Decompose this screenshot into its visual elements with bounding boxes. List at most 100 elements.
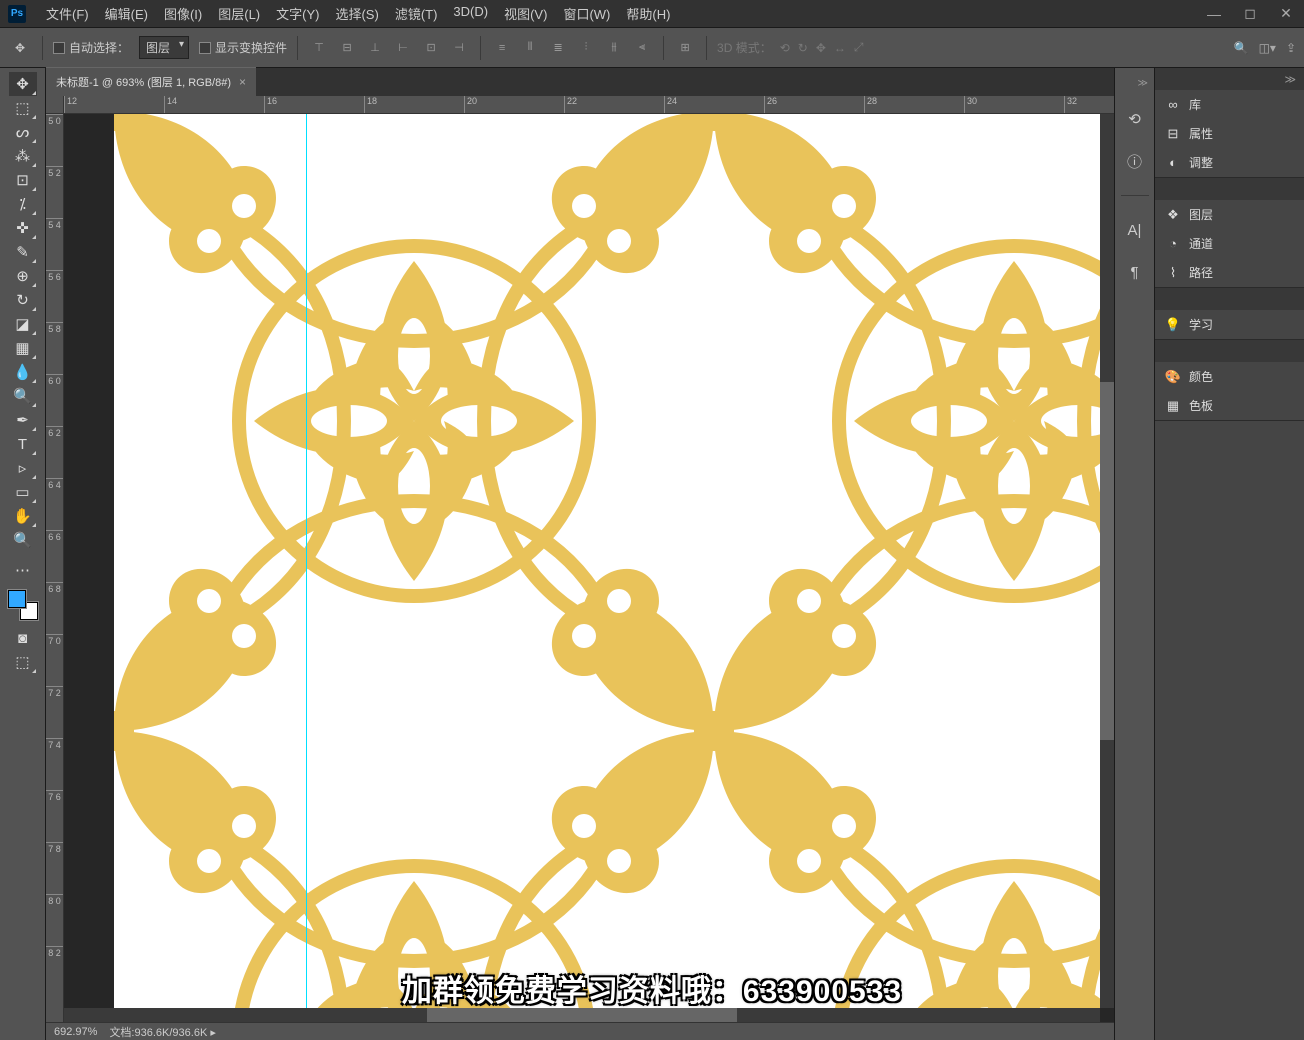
history-brush-tool[interactable]: ↻ xyxy=(9,288,37,312)
slide-3d-icon[interactable]: ↔ xyxy=(834,41,846,55)
path-tool[interactable]: ▹ xyxy=(9,456,37,480)
eyedropper-tool[interactable]: ⁒ xyxy=(9,192,37,216)
document-area: 未标题-1 @ 693% (图层 1, RGB/8#) × 1214161820… xyxy=(46,68,1114,1040)
crop-tool[interactable]: ⊡ xyxy=(9,168,37,192)
roll-3d-icon[interactable]: ↻ xyxy=(798,41,808,55)
menu-item[interactable]: 视图(V) xyxy=(496,0,555,27)
character-panel-icon[interactable]: A| xyxy=(1123,218,1147,242)
menu-item[interactable]: 选择(S) xyxy=(327,0,386,27)
minimize-button[interactable]: — xyxy=(1204,4,1224,24)
auto-select-checkbox[interactable]: 自动选择： xyxy=(53,39,129,56)
doc-info[interactable]: 文档:936.6K/936.6K ▸ xyxy=(109,1024,215,1040)
shape-tool[interactable]: ▭ xyxy=(9,480,37,504)
scale-3d-icon[interactable]: ⤢ xyxy=(854,40,864,55)
adjustments-icon: ◐ xyxy=(1165,155,1181,171)
paragraph-panel-icon[interactable]: ¶ xyxy=(1123,260,1147,284)
adjustments-panel-tab[interactable]: ◐调整 xyxy=(1155,148,1304,177)
menu-item[interactable]: 图像(I) xyxy=(156,0,210,27)
magic-wand-tool[interactable]: ⁂ xyxy=(9,144,37,168)
clone-stamp-tool[interactable]: ⊕ xyxy=(9,264,37,288)
gradient-tool[interactable]: ▦ xyxy=(9,336,37,360)
close-tab-icon[interactable]: × xyxy=(239,75,246,89)
type-tool[interactable]: T xyxy=(9,432,37,456)
menu-item[interactable]: 图层(L) xyxy=(210,0,268,27)
search-icon[interactable]: 🔍 xyxy=(1234,41,1249,55)
layers-panel-tab[interactable]: ❖图层 xyxy=(1155,200,1304,229)
healing-tool[interactable]: ✜ xyxy=(9,216,37,240)
menu-item[interactable]: 文字(Y) xyxy=(268,0,327,27)
menu-item[interactable]: 滤镜(T) xyxy=(387,0,446,27)
history-panel-icon[interactable]: ⟲ xyxy=(1123,107,1147,131)
distribute-icon[interactable]: ⫷ xyxy=(631,37,653,59)
library-panel-tab[interactable]: ∞库 xyxy=(1155,90,1304,119)
properties-panel-tab[interactable]: ⊟属性 xyxy=(1155,119,1304,148)
layers-icon: ❖ xyxy=(1165,207,1181,223)
collapsed-panel-dock: ≫ ⟲ ⓘ A| ¶ xyxy=(1114,68,1154,1040)
zoom-tool[interactable]: 🔍 xyxy=(9,528,37,552)
move-tool[interactable]: ✥ xyxy=(9,72,37,96)
maximize-button[interactable]: ◻ xyxy=(1240,4,1260,24)
eraser-tool[interactable]: ◪ xyxy=(9,312,37,336)
menu-item[interactable]: 编辑(E) xyxy=(97,0,156,27)
align-right-icon[interactable]: ⊣ xyxy=(448,37,470,59)
vertical-guide[interactable] xyxy=(306,114,307,1008)
marquee-tool[interactable]: ⬚ xyxy=(9,96,37,120)
pen-tool[interactable]: ✒ xyxy=(9,408,37,432)
toolbox: ✥ ⬚ ᔕ ⁂ ⊡ ⁒ ✜ ✎ ⊕ ↻ ◪ ▦ 💧 🔍 ✒ T ▹ ▭ ✋ 🔍 … xyxy=(0,68,46,1040)
paths-icon: ⌇ xyxy=(1165,265,1181,281)
align-left-icon[interactable]: ⊢ xyxy=(392,37,414,59)
color-swatches[interactable] xyxy=(8,590,38,620)
horizontal-scrollbar[interactable] xyxy=(64,1008,1100,1022)
workspace-icon[interactable]: ◫▾ xyxy=(1259,41,1276,55)
lasso-tool[interactable]: ᔕ xyxy=(9,120,37,144)
canvas[interactable] xyxy=(114,114,1100,1008)
menu-item[interactable]: 窗口(W) xyxy=(555,0,618,27)
menu-item[interactable]: 3D(D) xyxy=(445,0,496,27)
channels-panel-tab[interactable]: ◔通道 xyxy=(1155,229,1304,258)
blur-tool[interactable]: 💧 xyxy=(9,360,37,384)
distribute-icon[interactable]: ≡ xyxy=(491,37,513,59)
horizontal-ruler[interactable]: 1214161820222426283032343638404244464850… xyxy=(64,96,1114,114)
close-button[interactable]: ✕ xyxy=(1276,4,1296,24)
share-icon[interactable]: ⇪ xyxy=(1286,41,1296,55)
quickmask-tool[interactable]: ◙ xyxy=(9,626,37,650)
align-hcenter-icon[interactable]: ⊡ xyxy=(420,37,442,59)
swatches-panel-tab[interactable]: ▦色板 xyxy=(1155,391,1304,420)
pan-3d-icon[interactable]: ✥ xyxy=(816,41,826,55)
align-vcenter-icon[interactable]: ⊟ xyxy=(336,37,358,59)
distribute-icon[interactable]: ⫵ xyxy=(603,37,625,59)
hand-tool[interactable]: ✋ xyxy=(9,504,37,528)
foreground-swatch[interactable] xyxy=(8,590,26,608)
palette-icon: 🎨 xyxy=(1165,369,1181,385)
align-buttons: ⊤ ⊟ ⊥ ⊢ ⊡ ⊣ xyxy=(308,37,470,59)
document-tab[interactable]: 未标题-1 @ 693% (图层 1, RGB/8#) × xyxy=(46,67,256,96)
screenmode-tool[interactable]: ⬚ xyxy=(9,650,37,674)
zoom-level[interactable]: 692.97% xyxy=(54,1026,97,1038)
move-tool-icon: ✥ xyxy=(8,36,32,60)
brush-tool[interactable]: ✎ xyxy=(9,240,37,264)
watermark-overlay: 加群领免费学习资料哦：633900533 xyxy=(402,966,902,1010)
dodge-tool[interactable]: 🔍 xyxy=(9,384,37,408)
color-panel-tab[interactable]: 🎨颜色 xyxy=(1155,362,1304,391)
info-panel-icon[interactable]: ⓘ xyxy=(1123,149,1147,173)
panels-dock: ≫ ∞库 ⊟属性 ◐调整 ❖图层 ◔通道 ⌇路径 💡学习 🎨颜色 ▦色板 xyxy=(1154,68,1304,1040)
align-bottom-icon[interactable]: ⊥ xyxy=(364,37,386,59)
align-top-icon[interactable]: ⊤ xyxy=(308,37,330,59)
distribute-buttons: ≡ ⫴ ≣ ⫶ ⫵ ⫷ xyxy=(491,37,653,59)
learn-panel-tab[interactable]: 💡学习 xyxy=(1155,310,1304,339)
edit-toolbar[interactable]: ⋯ xyxy=(9,558,37,582)
distribute-icon[interactable]: ≣ xyxy=(547,37,569,59)
vertical-ruler[interactable]: 5 05 25 45 65 86 06 26 46 66 87 07 27 47… xyxy=(46,114,64,1022)
orbit-3d-icon[interactable]: ⟲ xyxy=(780,41,790,55)
menu-item[interactable]: 帮助(H) xyxy=(618,0,678,27)
paths-panel-tab[interactable]: ⌇路径 xyxy=(1155,258,1304,287)
menu-item[interactable]: 文件(F) xyxy=(38,0,97,27)
ruler-origin[interactable] xyxy=(46,96,64,114)
show-transform-checkbox[interactable]: 显示变换控件 xyxy=(199,39,287,56)
distribute-icon[interactable]: ⫴ xyxy=(519,37,541,59)
auto-select-target[interactable]: 图层 xyxy=(139,36,189,59)
status-bar: 692.97% 文档:936.6K/936.6K ▸ xyxy=(46,1022,1114,1040)
distribute-icon[interactable]: ⫶ xyxy=(575,37,597,59)
auto-align-icon[interactable]: ⊞ xyxy=(674,37,696,59)
vertical-scrollbar[interactable] xyxy=(1100,114,1114,1008)
